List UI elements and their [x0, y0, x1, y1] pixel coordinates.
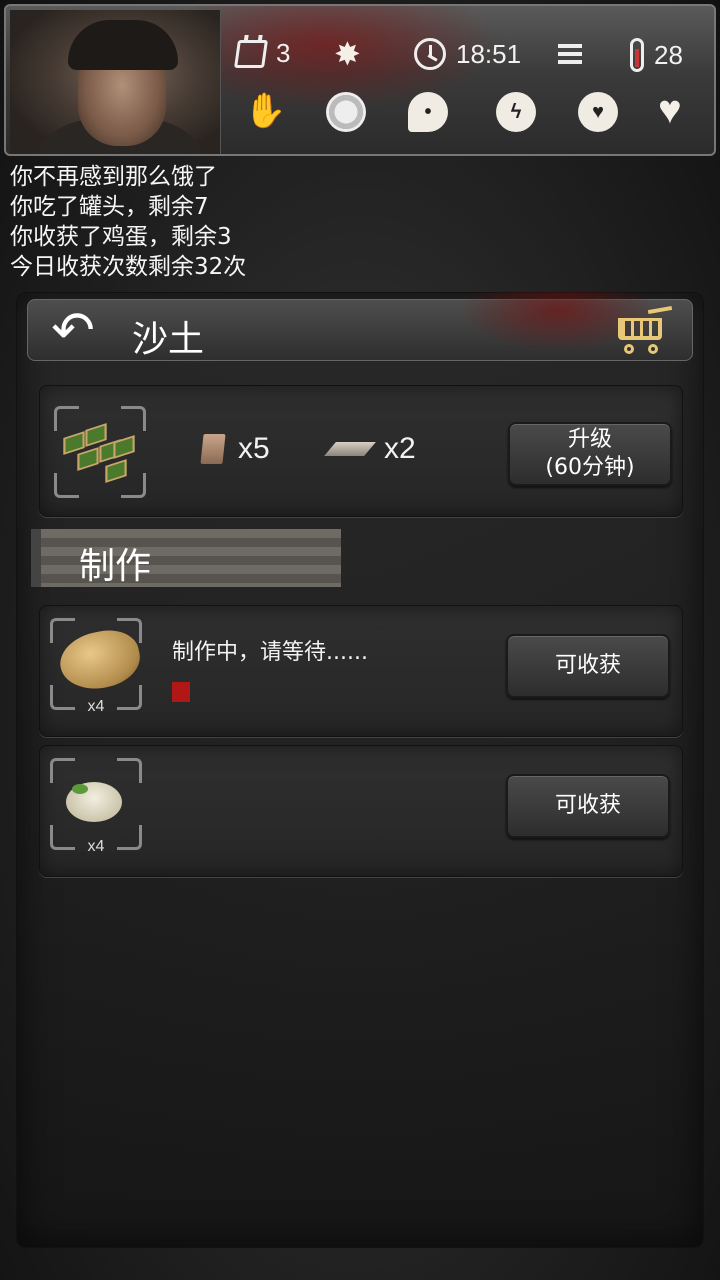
- status-bar: 3 ✸ 18:51 28 ✋ • ϟ ♥ ♥: [4, 4, 716, 156]
- temperature-value: 28: [654, 39, 683, 70]
- brick-icon: [200, 434, 226, 464]
- craft-row: x4 可收获: [39, 745, 683, 877]
- resource-plank: x2: [324, 432, 416, 466]
- avatar-hair: [68, 20, 178, 70]
- health-status[interactable]: ✋: [244, 94, 286, 128]
- fatigue-status[interactable]: [326, 92, 366, 132]
- panel-header: ↶ 沙土: [27, 292, 693, 361]
- thermometer-icon: [630, 38, 644, 72]
- section-header: 制作: [31, 529, 341, 587]
- log-line: 你不再感到那么饿了: [10, 164, 217, 190]
- mood-icon: ♥: [578, 92, 618, 132]
- shop-button[interactable]: [608, 304, 678, 358]
- clock-icon: [414, 38, 446, 70]
- resource-count: x5: [238, 432, 270, 465]
- log-line: 你吃了罐头，剩余7: [10, 194, 209, 220]
- heart-status[interactable]: ♥: [658, 90, 682, 130]
- menu-button[interactable]: [558, 44, 582, 64]
- page-title: 沙土: [132, 319, 205, 360]
- building-panel: ↶ 沙土 x5 x2 升级 (60分钟) 制作 x4 制作中，请等待......…: [16, 292, 704, 1248]
- hunger-status[interactable]: •: [408, 92, 448, 132]
- resource-brick: x5: [200, 432, 270, 466]
- day-counter: 3: [234, 38, 291, 69]
- fatigue-icon: [326, 92, 366, 132]
- avatar[interactable]: [10, 10, 221, 154]
- craft-progress-bar: [172, 682, 190, 702]
- building-slot[interactable]: [54, 406, 146, 498]
- craft-slot[interactable]: x4: [50, 758, 142, 855]
- craft-qty: x4: [87, 838, 105, 855]
- upgrade-time: (60分钟): [545, 455, 635, 480]
- section-title: 制作: [79, 546, 152, 587]
- upgrade-label: 升级: [567, 427, 612, 452]
- harvest-label: 可收获: [554, 793, 621, 818]
- sprouted-potato-icon: [66, 782, 122, 822]
- back-arrow-icon: ↶: [51, 301, 95, 361]
- craft-slot[interactable]: x4: [50, 618, 145, 715]
- mind-status[interactable]: ϟ: [496, 92, 536, 132]
- building-card: x5 x2 升级 (60分钟): [39, 385, 683, 517]
- day-value: 3: [276, 38, 291, 68]
- mind-icon: ϟ: [496, 92, 536, 132]
- resource-count: x2: [384, 432, 416, 465]
- craft-qty: x4: [87, 698, 105, 715]
- back-button[interactable]: ↶: [38, 304, 108, 358]
- craft-status: 制作中，请等待......: [172, 640, 368, 665]
- mood-status[interactable]: ♥: [578, 92, 618, 132]
- hunger-icon: •: [408, 92, 448, 132]
- plank-icon: [324, 442, 376, 456]
- sun-icon: ✸: [334, 36, 361, 72]
- heart-icon: ♥: [658, 88, 682, 132]
- message-log: 你不再感到那么饿了 你吃了罐头，剩余7 你收获了鸡蛋，剩余3 今日收获次数剩余3…: [10, 162, 246, 282]
- health-icon: ✋: [244, 92, 287, 130]
- calendar-icon: [234, 39, 268, 68]
- harvest-button[interactable]: 可收获: [506, 634, 670, 698]
- log-line: 你收获了鸡蛋，剩余3: [10, 224, 232, 250]
- clock: 18:51: [414, 38, 521, 70]
- menu-icon: [558, 44, 582, 64]
- weather: ✸: [334, 38, 361, 70]
- log-line: 今日收获次数剩余32次: [10, 254, 247, 280]
- craft-row: x4 制作中，请等待...... 可收获: [39, 605, 683, 737]
- harvest-button[interactable]: 可收获: [506, 774, 670, 838]
- harvest-label: 可收获: [554, 653, 621, 678]
- time-value: 18:51: [456, 38, 522, 69]
- temperature: 28: [630, 38, 683, 72]
- upgrade-button[interactable]: 升级 (60分钟): [508, 422, 672, 486]
